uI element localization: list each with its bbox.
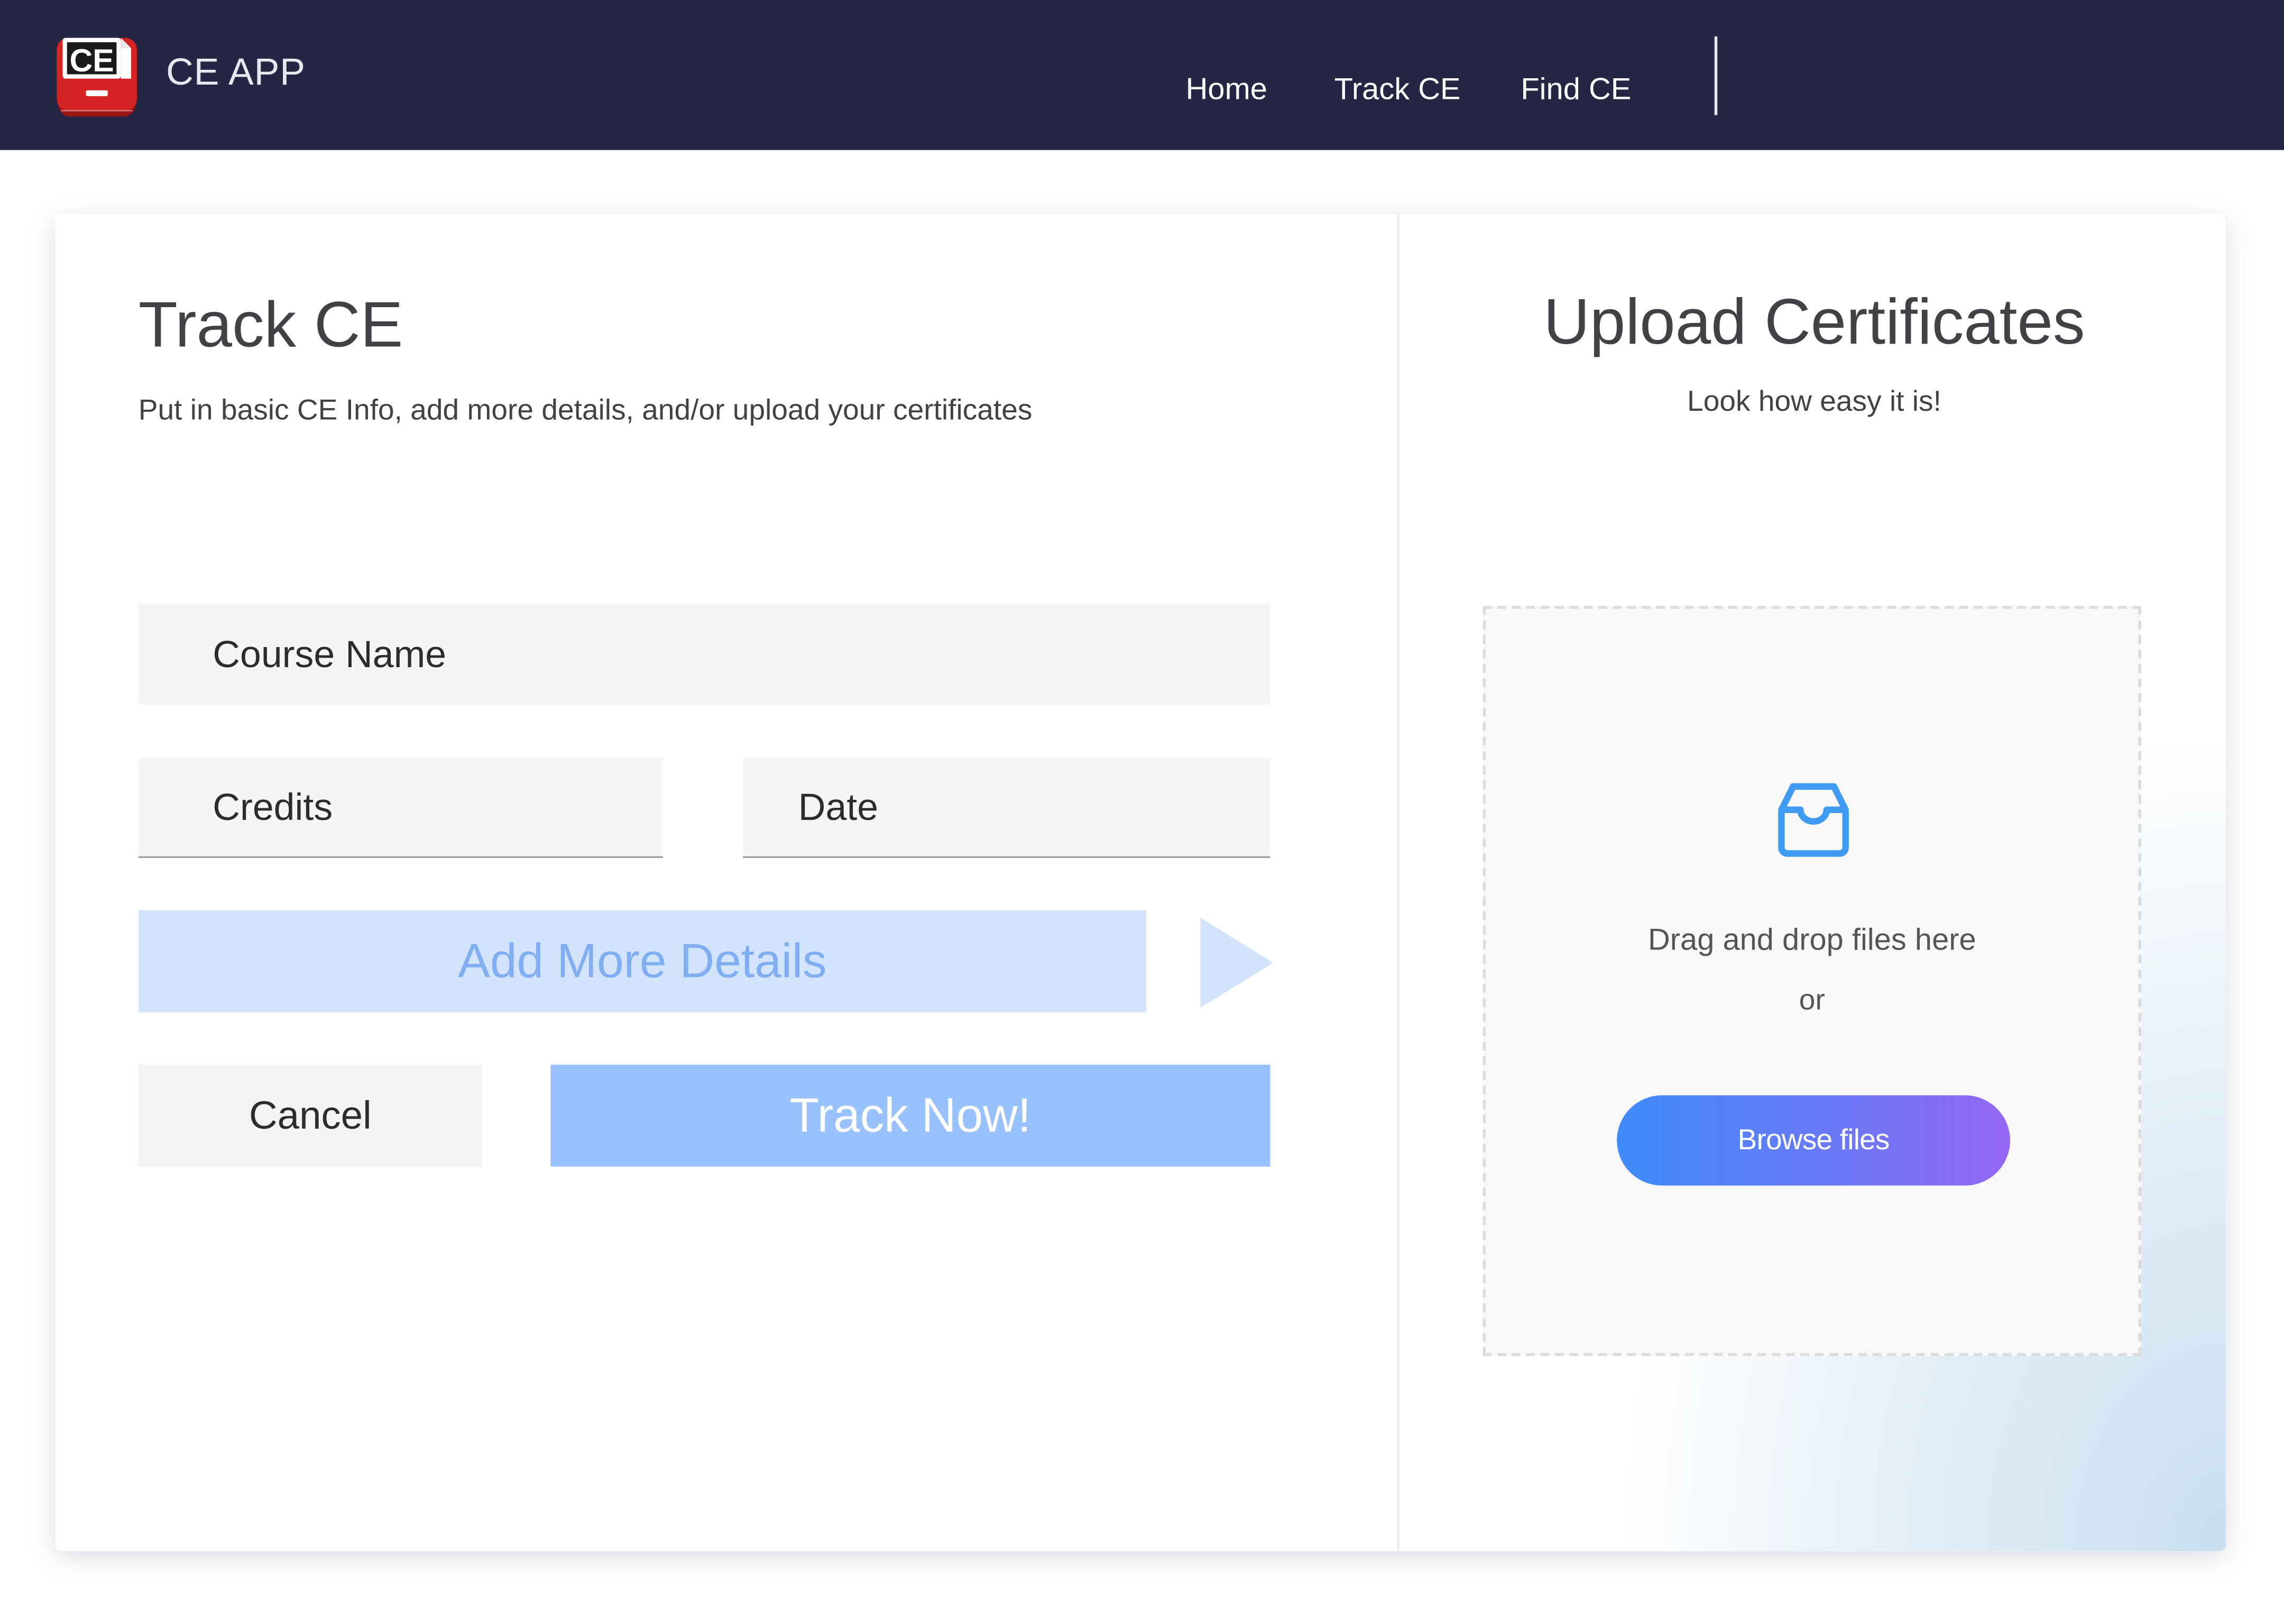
nav-link-track-ce[interactable]: Track CE (1334, 73, 1461, 108)
track-now-button[interactable]: Track Now! (550, 1064, 1270, 1167)
nav-link-home[interactable]: Home (1186, 73, 1267, 108)
top-navbar: CE CE APP Home Track CE Find CE (0, 0, 2284, 150)
date-input[interactable] (743, 757, 1270, 858)
nav-link-find-ce[interactable]: Find CE (1521, 73, 1631, 108)
upload-title: Upload Certificates (1543, 287, 2085, 358)
ce-logo[interactable]: CE (56, 35, 139, 118)
credits-input[interactable] (138, 757, 663, 858)
upload-subtitle: Look how easy it is! (1687, 386, 1941, 418)
upload-certificates-panel: Upload Certificates Look how easy it is!… (1397, 214, 2226, 1552)
add-more-details-button[interactable]: Add More Details (138, 910, 1147, 1012)
play-arrow-icon[interactable] (1200, 917, 1273, 1008)
app-root: CE CE APP Home Track CE Find CE Track CE… (0, 0, 2284, 1611)
logo-text: CE (69, 42, 114, 78)
track-ce-title: Track CE (138, 290, 403, 362)
nav-divider (1714, 36, 1718, 115)
brand-name[interactable]: CE APP (166, 50, 306, 95)
course-name-input[interactable] (138, 603, 1270, 705)
cancel-button[interactable]: Cancel (138, 1064, 482, 1167)
browse-files-button[interactable]: Browse files (1617, 1095, 2011, 1186)
inbox-icon (1778, 783, 1849, 857)
main-card: Track CE Put in basic CE Info, add more … (55, 214, 2226, 1552)
or-text: or (1799, 984, 1825, 1017)
track-ce-subtitle: Put in basic CE Info, add more details, … (138, 394, 1033, 427)
file-dropzone[interactable]: Drag and drop files here or Browse files (1482, 606, 2141, 1356)
drag-drop-text: Drag and drop files here (1647, 923, 1976, 957)
